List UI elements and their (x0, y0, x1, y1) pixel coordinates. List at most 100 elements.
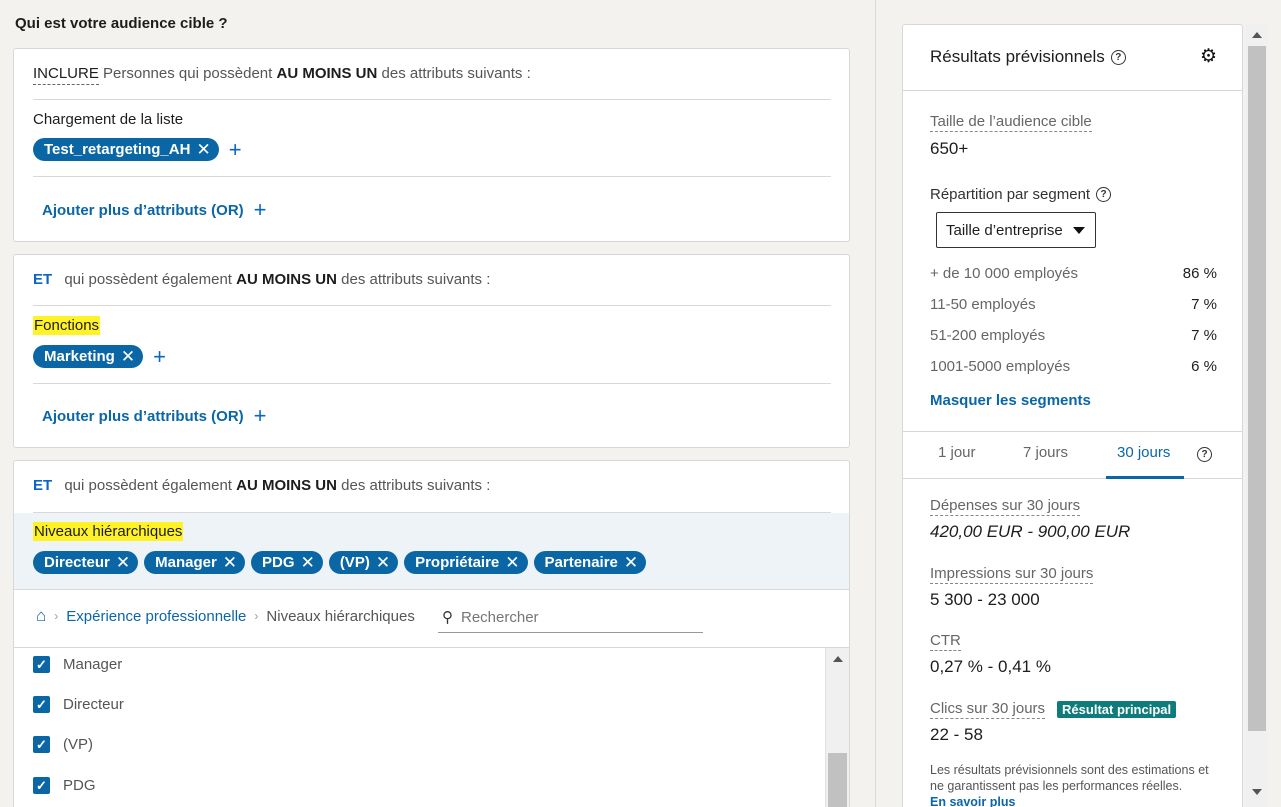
spend-label: Dépenses sur 30 jours (930, 497, 1081, 516)
chip-label: Test_retargeting_AH (44, 141, 191, 158)
header-bold: AU MOINS UN (236, 477, 337, 494)
checkbox-checked-icon[interactable]: ✓ (33, 736, 50, 753)
header-bold: AU MOINS UN (236, 271, 337, 288)
search-icon: ⚲ (442, 609, 453, 626)
close-icon[interactable]: ✕ (301, 554, 315, 571)
segment-label: + de 10 000 employés (930, 265, 1079, 282)
segment-row: 11-50 employés 7 % (930, 296, 1217, 313)
chip-label: Partenaire (544, 554, 618, 571)
segment-title: Répartition par segment ? (930, 186, 1112, 203)
add-more-attributes-button[interactable]: Ajouter plus d’attributs (OR) + (42, 199, 267, 221)
segment-row: 1001-5000 employés 6 % (930, 358, 1217, 375)
section-label: Niveaux hiérarchiques (33, 522, 184, 541)
and-keyword[interactable]: ET (33, 271, 52, 288)
scroll-thumb[interactable] (1248, 46, 1266, 731)
chip-label: Manager (155, 554, 217, 571)
close-icon[interactable]: ✕ (116, 554, 130, 571)
segment-pct: 6 % (1191, 358, 1217, 375)
selected-levels-area: Niveaux hiérarchiques Directeur ✕ Manager… (14, 513, 849, 590)
scroll-down-icon[interactable] (1252, 789, 1262, 795)
attribute-chip[interactable]: Test_retargeting_AH ✕ (33, 138, 219, 161)
audience-size-label: Taille de l’audience cible (930, 113, 1092, 132)
tab-7-days[interactable]: 7 jours (1023, 444, 1068, 461)
attribute-chip[interactable]: Manager ✕ (144, 551, 246, 574)
attribute-chip[interactable]: PDG ✕ (251, 551, 323, 574)
add-more-attributes-button[interactable]: Ajouter plus d’attributs (OR) + (42, 405, 267, 427)
chip-label: Marketing (44, 348, 115, 365)
home-icon[interactable]: ⌂ (36, 606, 46, 626)
segment-title-text: Répartition par segment (930, 186, 1091, 203)
close-icon[interactable]: ✕ (624, 554, 638, 571)
learn-more-link[interactable]: En savoir plus (930, 794, 1220, 807)
divider (33, 99, 831, 100)
spend-value: 420,00 EUR - 900,00 EUR (930, 522, 1131, 541)
add-icon[interactable]: + (153, 345, 166, 368)
help-icon[interactable]: ? (1110, 49, 1126, 65)
segment-row: 51-200 employés 7 % (930, 327, 1217, 344)
attribute-chip[interactable]: Propriétaire ✕ (404, 551, 528, 574)
disclaimer-text: Les résultats prévisionnels sont des est… (930, 763, 1209, 793)
and-keyword[interactable]: ET (33, 477, 52, 494)
add-icon: + (253, 403, 267, 428)
scroll-thumb[interactable] (828, 753, 847, 807)
list-scrollbar[interactable] (825, 648, 849, 807)
impressions-label: Impressions sur 30 jours (930, 565, 1094, 584)
tab-1-day[interactable]: 1 jour (938, 444, 976, 461)
segment-select[interactable]: Taille d’entreprise (936, 212, 1096, 248)
chip-group: Test_retargeting_AH ✕ + (33, 138, 242, 161)
breadcrumb-link[interactable]: Expérience professionnelle (66, 608, 246, 625)
checkbox-checked-icon[interactable]: ✓ (33, 696, 50, 713)
list-item[interactable]: ✓ PDG (33, 777, 96, 794)
include-keyword[interactable]: INCLURE (33, 65, 99, 85)
segment-label: 51-200 employés (930, 327, 1046, 344)
panel-title: Résultats prévisionnels ? (930, 47, 1126, 67)
audience-size-value: 650+ (930, 139, 969, 158)
close-icon[interactable]: ✕ (196, 141, 210, 158)
dashed-label: CTR (930, 632, 961, 651)
period-tabs: 1 jour 7 jours 30 jours ? (903, 431, 1242, 479)
search-field: ⚲ (438, 602, 703, 633)
chip-group: Marketing ✕ + (33, 345, 166, 368)
page-title: Qui est votre audience cible ? (15, 15, 228, 32)
attribute-chip[interactable]: Partenaire ✕ (533, 551, 647, 574)
breadcrumb: ⌂ › Expérience professionnelle › Niveaux… (36, 606, 415, 626)
highlighted-label: Fonctions (33, 316, 101, 335)
list-item[interactable]: ✓ Manager (33, 656, 122, 673)
scroll-up-icon[interactable] (1252, 32, 1262, 38)
hide-segments-link[interactable]: Masquer les segments (930, 392, 1091, 409)
and-card-functions: ET qui possèdent également AU MOINS UN d… (13, 254, 850, 448)
close-icon[interactable]: ✕ (505, 554, 519, 571)
close-icon[interactable]: ✕ (121, 348, 135, 365)
option-label: (VP) (63, 736, 93, 753)
close-icon[interactable]: ✕ (223, 554, 237, 571)
checkbox-checked-icon[interactable]: ✓ (33, 777, 50, 794)
attribute-chip[interactable]: (VP) ✕ (328, 551, 399, 574)
help-icon[interactable]: ? (1197, 447, 1212, 462)
list-item[interactable]: ✓ Directeur (33, 696, 124, 713)
header-text: Personnes qui possèdent (103, 65, 273, 82)
and-card-levels: ET qui possèdent également AU MOINS UN d… (13, 460, 850, 807)
active-tab-indicator (1106, 476, 1184, 479)
add-more-label: Ajouter plus d’attributs (OR) (42, 201, 244, 219)
scroll-up-icon[interactable] (833, 656, 843, 662)
segment-pct: 7 % (1191, 327, 1217, 344)
attribute-chip[interactable]: Marketing ✕ (33, 345, 144, 368)
list-item[interactable]: ✓ (VP) (33, 736, 93, 753)
and-header: ET qui possèdent également AU MOINS UN d… (33, 477, 490, 494)
clicks-value: 22 - 58 (930, 725, 983, 744)
impressions-value: 5 300 - 23 000 (930, 590, 1040, 609)
header-text: des attributs suivants : (341, 477, 491, 494)
add-icon[interactable]: + (229, 138, 242, 161)
segment-pct: 86 % (1182, 265, 1217, 282)
close-icon[interactable]: ✕ (376, 554, 390, 571)
checkbox-checked-icon[interactable]: ✓ (33, 656, 50, 673)
options-list: ✓ Manager ✓ Directeur ✓ (VP) ✓ PDG (14, 647, 849, 807)
tab-30-days[interactable]: 30 jours (1117, 444, 1170, 461)
search-input[interactable] (461, 608, 681, 626)
help-icon[interactable]: ? (1096, 187, 1112, 202)
ctr-label: CTR (930, 632, 961, 651)
attribute-chip[interactable]: Directeur ✕ (33, 551, 139, 574)
forecast-sidebar: Résultats prévisionnels ? ⚙ Taille de l’… (877, 0, 1281, 807)
gear-icon[interactable]: ⚙ (1200, 45, 1217, 68)
page-scrollbar[interactable] (1246, 24, 1268, 807)
